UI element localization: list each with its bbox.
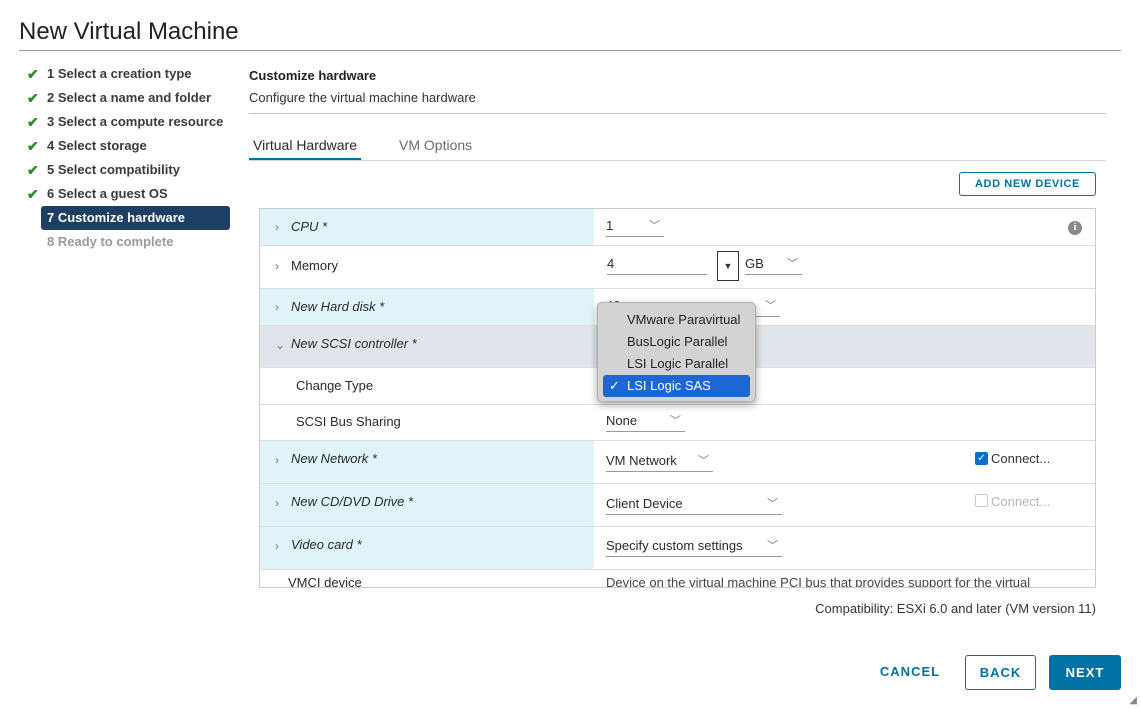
step-label: 5 Select compatibility bbox=[47, 162, 180, 177]
video-card-label: Video card * bbox=[291, 537, 362, 552]
tab-vm-options[interactable]: VM Options bbox=[399, 137, 472, 161]
add-new-device-button[interactable]: ADD NEW DEVICE bbox=[959, 172, 1096, 196]
chevron-right-icon[interactable]: › bbox=[275, 496, 279, 510]
chevron-down-icon: ﹀ bbox=[767, 540, 778, 552]
network-label: New Network * bbox=[291, 451, 377, 466]
network-connect-label: Connect... bbox=[991, 451, 1051, 466]
network-connect-checkbox[interactable]: ✓ bbox=[975, 452, 988, 465]
step-6[interactable]: ✔ 6 Select a guest OS bbox=[22, 182, 234, 206]
tabs-divider bbox=[249, 160, 1106, 161]
dialog-title: New Virtual Machine bbox=[19, 18, 239, 45]
cpu-label: CPU * bbox=[291, 219, 328, 234]
wizard-steps: ✔ 1 Select a creation type ✔ 2 Select a na… bbox=[22, 62, 234, 254]
scsi-type-dropdown-menu: VMware Paravirtual BusLogic Parallel LSI… bbox=[597, 302, 756, 402]
next-button[interactable]: NEXT bbox=[1049, 655, 1121, 690]
chevron-right-icon[interactable]: › bbox=[275, 453, 279, 467]
chevron-down-icon[interactable]: ⌄ bbox=[275, 338, 285, 352]
chevron-down-icon: ﹀ bbox=[670, 415, 681, 427]
cdrom-connect-checkbox[interactable] bbox=[975, 494, 988, 507]
chevron-right-icon[interactable]: › bbox=[275, 539, 279, 553]
compatibility-text: Compatibility: ESXi 6.0 and later (VM ve… bbox=[815, 601, 1096, 616]
checkmark-icon: ✓ bbox=[609, 378, 620, 393]
menu-item-label: LSI Logic Parallel bbox=[627, 356, 729, 371]
step-label: 8 Ready to complete bbox=[47, 234, 174, 249]
network-row: › New Network * VM Network ﹀ ✓ Connect..… bbox=[260, 441, 1095, 484]
cpu-row: › CPU * 1 ﹀ i bbox=[260, 209, 1095, 246]
step-label: 6 Select a guest OS bbox=[47, 186, 168, 201]
memory-input[interactable]: 4 bbox=[607, 255, 707, 275]
scsi-bus-sharing-label: SCSI Bus Sharing bbox=[296, 414, 401, 429]
menu-item-label: VMware Paravirtual bbox=[627, 312, 741, 327]
step-label: 4 Select storage bbox=[47, 138, 147, 153]
menu-item-label: BusLogic Parallel bbox=[627, 334, 728, 349]
memory-row: › Memory 4 ▼ GB ﹀ bbox=[260, 246, 1095, 289]
info-icon[interactable]: i bbox=[1068, 221, 1082, 235]
scsi-bus-sharing-select[interactable]: None ﹀ bbox=[606, 412, 685, 432]
menu-item-lsi-logic-sas[interactable]: ✓ LSI Logic SAS bbox=[603, 375, 750, 397]
chevron-down-icon: ﹀ bbox=[787, 258, 798, 270]
network-value: VM Network bbox=[606, 453, 677, 468]
memory-value: 4 bbox=[607, 256, 615, 271]
video-card-value: Specify custom settings bbox=[606, 538, 743, 553]
video-card-select[interactable]: Specify custom settings ﹀ bbox=[606, 537, 782, 557]
vmci-row: VMCI device Device on the virtual machin… bbox=[260, 570, 1095, 588]
chevron-down-icon: ﹀ bbox=[765, 300, 776, 312]
memory-unit-select[interactable]: GB ﹀ bbox=[745, 255, 802, 275]
memory-unit-value: GB bbox=[745, 256, 764, 271]
resize-grip-icon[interactable]: ◢ bbox=[1129, 695, 1137, 706]
step-label: 1 Select a creation type bbox=[47, 66, 192, 81]
step-1[interactable]: ✔ 1 Select a creation type bbox=[22, 62, 234, 86]
checkmark-icon: ✔ bbox=[27, 114, 39, 130]
step-label: 2 Select a name and folder bbox=[47, 90, 212, 105]
cdrom-connect-label: Connect... bbox=[991, 494, 1051, 509]
checkmark-icon: ✔ bbox=[27, 66, 39, 82]
change-type-label: Change Type bbox=[296, 378, 374, 393]
back-button[interactable]: BACK bbox=[965, 655, 1036, 690]
scsi-bus-sharing-value: None bbox=[606, 413, 638, 428]
section-title: Customize hardware bbox=[249, 68, 377, 83]
vmci-description: Device on the virtual machine PCI bus th… bbox=[606, 575, 1031, 588]
checkmark-icon: ✔ bbox=[27, 162, 39, 178]
video-card-row: › Video card * Specify custom settings ﹀ bbox=[260, 527, 1095, 570]
cdrom-value: Client Device bbox=[606, 496, 683, 511]
menu-item-buslogic-parallel[interactable]: BusLogic Parallel bbox=[603, 331, 750, 353]
cpu-select[interactable]: 1 ﹀ bbox=[606, 217, 664, 237]
menu-item-label: LSI Logic SAS bbox=[627, 378, 711, 393]
cdrom-select[interactable]: Client Device ﹀ bbox=[606, 495, 782, 515]
checkmark-icon: ✔ bbox=[27, 138, 39, 154]
step-2[interactable]: ✔ 2 Select a name and folder bbox=[22, 86, 234, 110]
chevron-down-icon: ﹀ bbox=[649, 220, 660, 232]
network-select[interactable]: VM Network ﹀ bbox=[606, 452, 713, 472]
cdrom-row: › New CD/DVD Drive * Client Device ﹀ Con… bbox=[260, 484, 1095, 527]
cdrom-label: New CD/DVD Drive * bbox=[291, 494, 414, 509]
step-8: 8 Ready to complete bbox=[22, 230, 234, 254]
step-label: 7 Customize hardware bbox=[47, 210, 185, 225]
title-divider bbox=[19, 50, 1121, 51]
cancel-button[interactable]: CANCEL bbox=[870, 655, 950, 690]
chevron-right-icon[interactable]: › bbox=[275, 300, 279, 314]
step-3[interactable]: ✔ 3 Select a compute resource bbox=[22, 110, 234, 134]
vmci-label: VMCI device bbox=[288, 575, 362, 588]
cpu-value: 1 bbox=[606, 218, 614, 233]
header-divider bbox=[249, 113, 1106, 114]
chevron-down-icon: ﹀ bbox=[767, 498, 778, 510]
menu-item-vmware-paravirtual[interactable]: VMware Paravirtual bbox=[603, 309, 750, 331]
memory-unit-dropdown-button[interactable]: ▼ bbox=[717, 251, 739, 281]
checkmark-icon: ✔ bbox=[27, 90, 39, 106]
step-5[interactable]: ✔ 5 Select compatibility bbox=[22, 158, 234, 182]
step-label: 3 Select a compute resource bbox=[47, 114, 224, 129]
scsi-controller-label: New SCSI controller * bbox=[291, 336, 417, 351]
chevron-down-icon: ﹀ bbox=[698, 455, 709, 467]
scsi-bus-sharing-row: SCSI Bus Sharing None ﹀ bbox=[260, 405, 1095, 441]
step-7-active[interactable]: 7 Customize hardware bbox=[41, 206, 230, 230]
hard-disk-label: New Hard disk * bbox=[291, 299, 385, 314]
checkmark-icon: ✔ bbox=[27, 186, 39, 202]
step-4[interactable]: ✔ 4 Select storage bbox=[22, 134, 234, 158]
chevron-right-icon[interactable]: › bbox=[275, 220, 279, 234]
menu-item-lsi-logic-parallel[interactable]: LSI Logic Parallel bbox=[603, 353, 750, 375]
tab-virtual-hardware[interactable]: Virtual Hardware bbox=[249, 137, 362, 161]
section-subtitle: Configure the virtual machine hardware bbox=[249, 90, 476, 105]
